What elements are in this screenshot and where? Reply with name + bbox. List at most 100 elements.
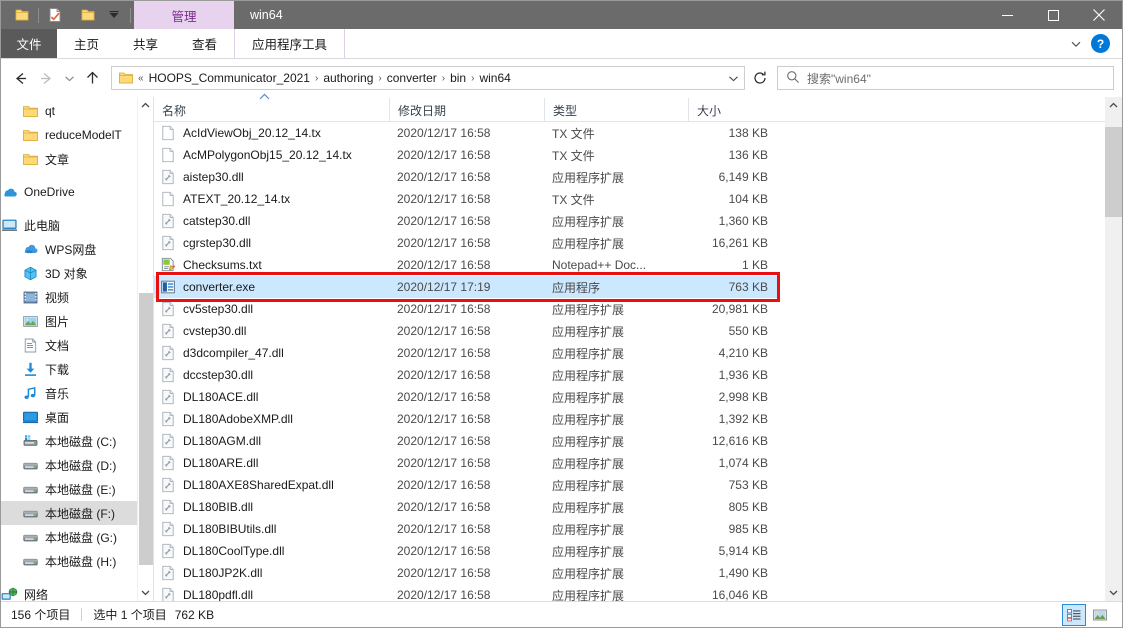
search-icon	[786, 70, 800, 87]
refresh-button[interactable]	[747, 65, 773, 91]
table-row[interactable]: cgrstep30.dll 2020/12/17 16:58 应用程序扩展 16,26…	[154, 232, 1122, 254]
file-list-scrollbar[interactable]	[1105, 97, 1122, 601]
table-row[interactable]: AcMPolygonObj15_20.12_14.tx 2020/12/17 16…	[154, 144, 1122, 166]
folder-icon[interactable]	[9, 2, 35, 28]
scroll-up-icon[interactable]	[1105, 97, 1122, 114]
breadcrumb-item-bin[interactable]: bin	[446, 69, 470, 87]
table-row[interactable]: DL180BIBUtils.dll 2020/12/17 16:58 应用程序扩展 9…	[154, 518, 1122, 540]
scroll-down-icon[interactable]	[138, 584, 153, 601]
table-row[interactable]: catstep30.dll 2020/12/17 16:58 应用程序扩展 1,360…	[154, 210, 1122, 232]
sidebar-item-8[interactable]: 3D 对象	[1, 261, 153, 285]
sidebar-item-13[interactable]: 音乐	[1, 381, 153, 405]
sidebar-item-4[interactable]: OneDrive	[1, 180, 153, 204]
sidebar-item-11[interactable]: 文档	[1, 333, 153, 357]
breadcrumb-overflow[interactable]: «	[137, 73, 145, 84]
column-header-date[interactable]: 修改日期	[389, 98, 544, 122]
chevron-down-icon[interactable]	[724, 67, 742, 89]
table-row[interactable]: AcIdViewObj_20.12_14.tx 2020/12/17 16:58 T…	[154, 122, 1122, 144]
table-row[interactable]: DL180JP2K.dll 2020/12/17 16:58 应用程序扩展 1,490…	[154, 562, 1122, 584]
table-row[interactable]: DL180pdfl.dll 2020/12/17 16:58 应用程序扩展 16,04…	[154, 584, 1122, 601]
dll-file-icon	[160, 169, 176, 185]
table-row[interactable]: DL180ACE.dll 2020/12/17 16:58 应用程序扩展 2,998 …	[154, 386, 1122, 408]
contextual-tab-group: 管理	[134, 1, 234, 29]
tab-share[interactable]: 共享	[116, 29, 175, 58]
sidebar-item-10[interactable]: 图片	[1, 309, 153, 333]
breadcrumb-item-converter[interactable]: converter	[383, 69, 441, 87]
table-row[interactable]: DL180ARE.dll 2020/12/17 16:58 应用程序扩展 1,074 …	[154, 452, 1122, 474]
breadcrumb-item-win64[interactable]: win64	[475, 69, 514, 87]
file-list-pane: 名称 修改日期 类型 大小 AcIdViewObj_20.12_14.tx 202…	[153, 93, 1122, 601]
chevron-down-icon[interactable]	[1063, 32, 1089, 56]
tab-application-tools[interactable]: 应用程序工具	[234, 29, 346, 58]
table-row[interactable]: DL180AdobeXMP.dll 2020/12/17 16:58 应用程序扩展 1…	[154, 408, 1122, 430]
scroll-down-icon[interactable]	[1105, 584, 1122, 601]
sidebar-item-16[interactable]: 本地磁盘 (D:)	[1, 453, 153, 477]
table-row[interactable]: aistep30.dll 2020/12/17 16:58 应用程序扩展 6,149 …	[154, 166, 1122, 188]
column-header-size[interactable]: 大小	[688, 98, 778, 122]
table-row[interactable]: Checksums.txt 2020/12/17 16:58 Notepad++ D…	[154, 254, 1122, 276]
address-breadcrumb-box[interactable]: « HOOPS_Communicator_2021 › authoring › …	[111, 66, 745, 90]
sidebar-item-6[interactable]: 此电脑	[1, 213, 153, 237]
recent-locations-button[interactable]	[59, 65, 79, 91]
sidebar-item-22[interactable]: 网络	[1, 582, 153, 601]
sidebar-item-2[interactable]: 文章	[1, 147, 153, 171]
search-input[interactable]: 搜索"win64"	[807, 70, 871, 87]
file-name-cell: Checksums.txt	[154, 254, 389, 276]
column-header-size-label: 大小	[697, 103, 722, 118]
breadcrumb-item-authoring[interactable]: authoring	[319, 69, 377, 87]
file-size-cell: 763 KB	[688, 276, 778, 298]
tab-home[interactable]: 主页	[57, 29, 116, 58]
sidebar-item-9[interactable]: 视频	[1, 285, 153, 309]
titlebar-drag-area[interactable]	[297, 1, 984, 29]
close-button[interactable]	[1076, 1, 1122, 29]
table-row[interactable]: DL180AGM.dll 2020/12/17 16:58 应用程序扩展 12,616…	[154, 430, 1122, 452]
breadcrumb-item-root[interactable]: HOOPS_Communicator_2021	[145, 69, 314, 87]
sidebar-item-20[interactable]: 本地磁盘 (H:)	[1, 549, 153, 573]
sidebar-item-17[interactable]: 本地磁盘 (E:)	[1, 477, 153, 501]
sidebar-item-15[interactable]: 本地磁盘 (C:)	[1, 429, 153, 453]
up-button[interactable]	[79, 65, 105, 91]
sidebar-item-1[interactable]: reduceModelT	[1, 123, 153, 147]
search-box[interactable]: 搜索"win64"	[777, 66, 1114, 90]
table-row[interactable]: ATEXT_20.12_14.tx 2020/12/17 16:58 TX 文件 10…	[154, 188, 1122, 210]
column-header-name[interactable]: 名称	[154, 93, 389, 122]
sidebar-item-12[interactable]: 下载	[1, 357, 153, 381]
3d-objects-icon	[22, 265, 39, 282]
table-row[interactable]: converter.exe 2020/12/17 17:19 应用程序 763 KB	[154, 276, 1122, 298]
sidebar-scroll-thumb[interactable]	[139, 293, 153, 565]
table-row[interactable]: cvstep30.dll 2020/12/17 16:58 应用程序扩展 550 KB	[154, 320, 1122, 342]
column-header-type[interactable]: 类型	[544, 98, 688, 122]
sidebar-scrollbar[interactable]	[137, 97, 153, 601]
help-button[interactable]: ?	[1091, 34, 1110, 53]
back-button[interactable]	[7, 65, 33, 91]
properties-icon[interactable]	[42, 2, 68, 28]
table-row[interactable]: d3dcompiler_47.dll 2020/12/17 16:58 应用程序扩展…	[154, 342, 1122, 364]
details-view-button[interactable]	[1062, 603, 1086, 626]
sidebar-item-0[interactable]: qt	[1, 99, 153, 123]
text-file-icon	[160, 125, 176, 141]
tab-file[interactable]: 文件	[1, 29, 57, 58]
sidebar-item-18[interactable]: 本地磁盘 (F:)	[1, 501, 153, 525]
table-row[interactable]: DL180AXE8SharedExpat.dll 2020/12/17 16:58…	[154, 474, 1122, 496]
scroll-up-icon[interactable]	[138, 97, 153, 114]
file-size-cell: 2,998 KB	[718, 390, 768, 404]
table-row[interactable]: cv5step30.dll 2020/12/17 16:58 应用程序扩展 20,98…	[154, 298, 1122, 320]
file-name-label: catstep30.dll	[183, 214, 251, 228]
large-icons-view-button[interactable]	[1088, 604, 1112, 626]
text-file-icon	[160, 147, 176, 163]
sidebar-item-19[interactable]: 本地磁盘 (G:)	[1, 525, 153, 549]
sidebar-item-14[interactable]: 桌面	[1, 405, 153, 429]
new-folder-icon[interactable]	[75, 2, 101, 28]
file-list-scroll-thumb[interactable]	[1105, 127, 1122, 217]
maximize-button[interactable]	[1030, 1, 1076, 29]
sidebar-item-7[interactable]: WPS网盘	[1, 237, 153, 261]
chevron-down-icon[interactable]	[101, 2, 127, 28]
table-row[interactable]: DL180BIB.dll 2020/12/17 16:58 应用程序扩展 805 KB	[154, 496, 1122, 518]
forward-button[interactable]	[33, 65, 59, 91]
table-row[interactable]: dccstep30.dll 2020/12/17 16:58 应用程序扩展 1,936…	[154, 364, 1122, 386]
table-row[interactable]: DL180CoolType.dll 2020/12/17 16:58 应用程序扩展 5…	[154, 540, 1122, 562]
file-type-cell: 应用程序扩展	[552, 500, 625, 515]
sidebar-item-label: WPS网盘	[45, 242, 97, 257]
tab-view[interactable]: 查看	[175, 29, 234, 58]
minimize-button[interactable]	[984, 1, 1030, 29]
